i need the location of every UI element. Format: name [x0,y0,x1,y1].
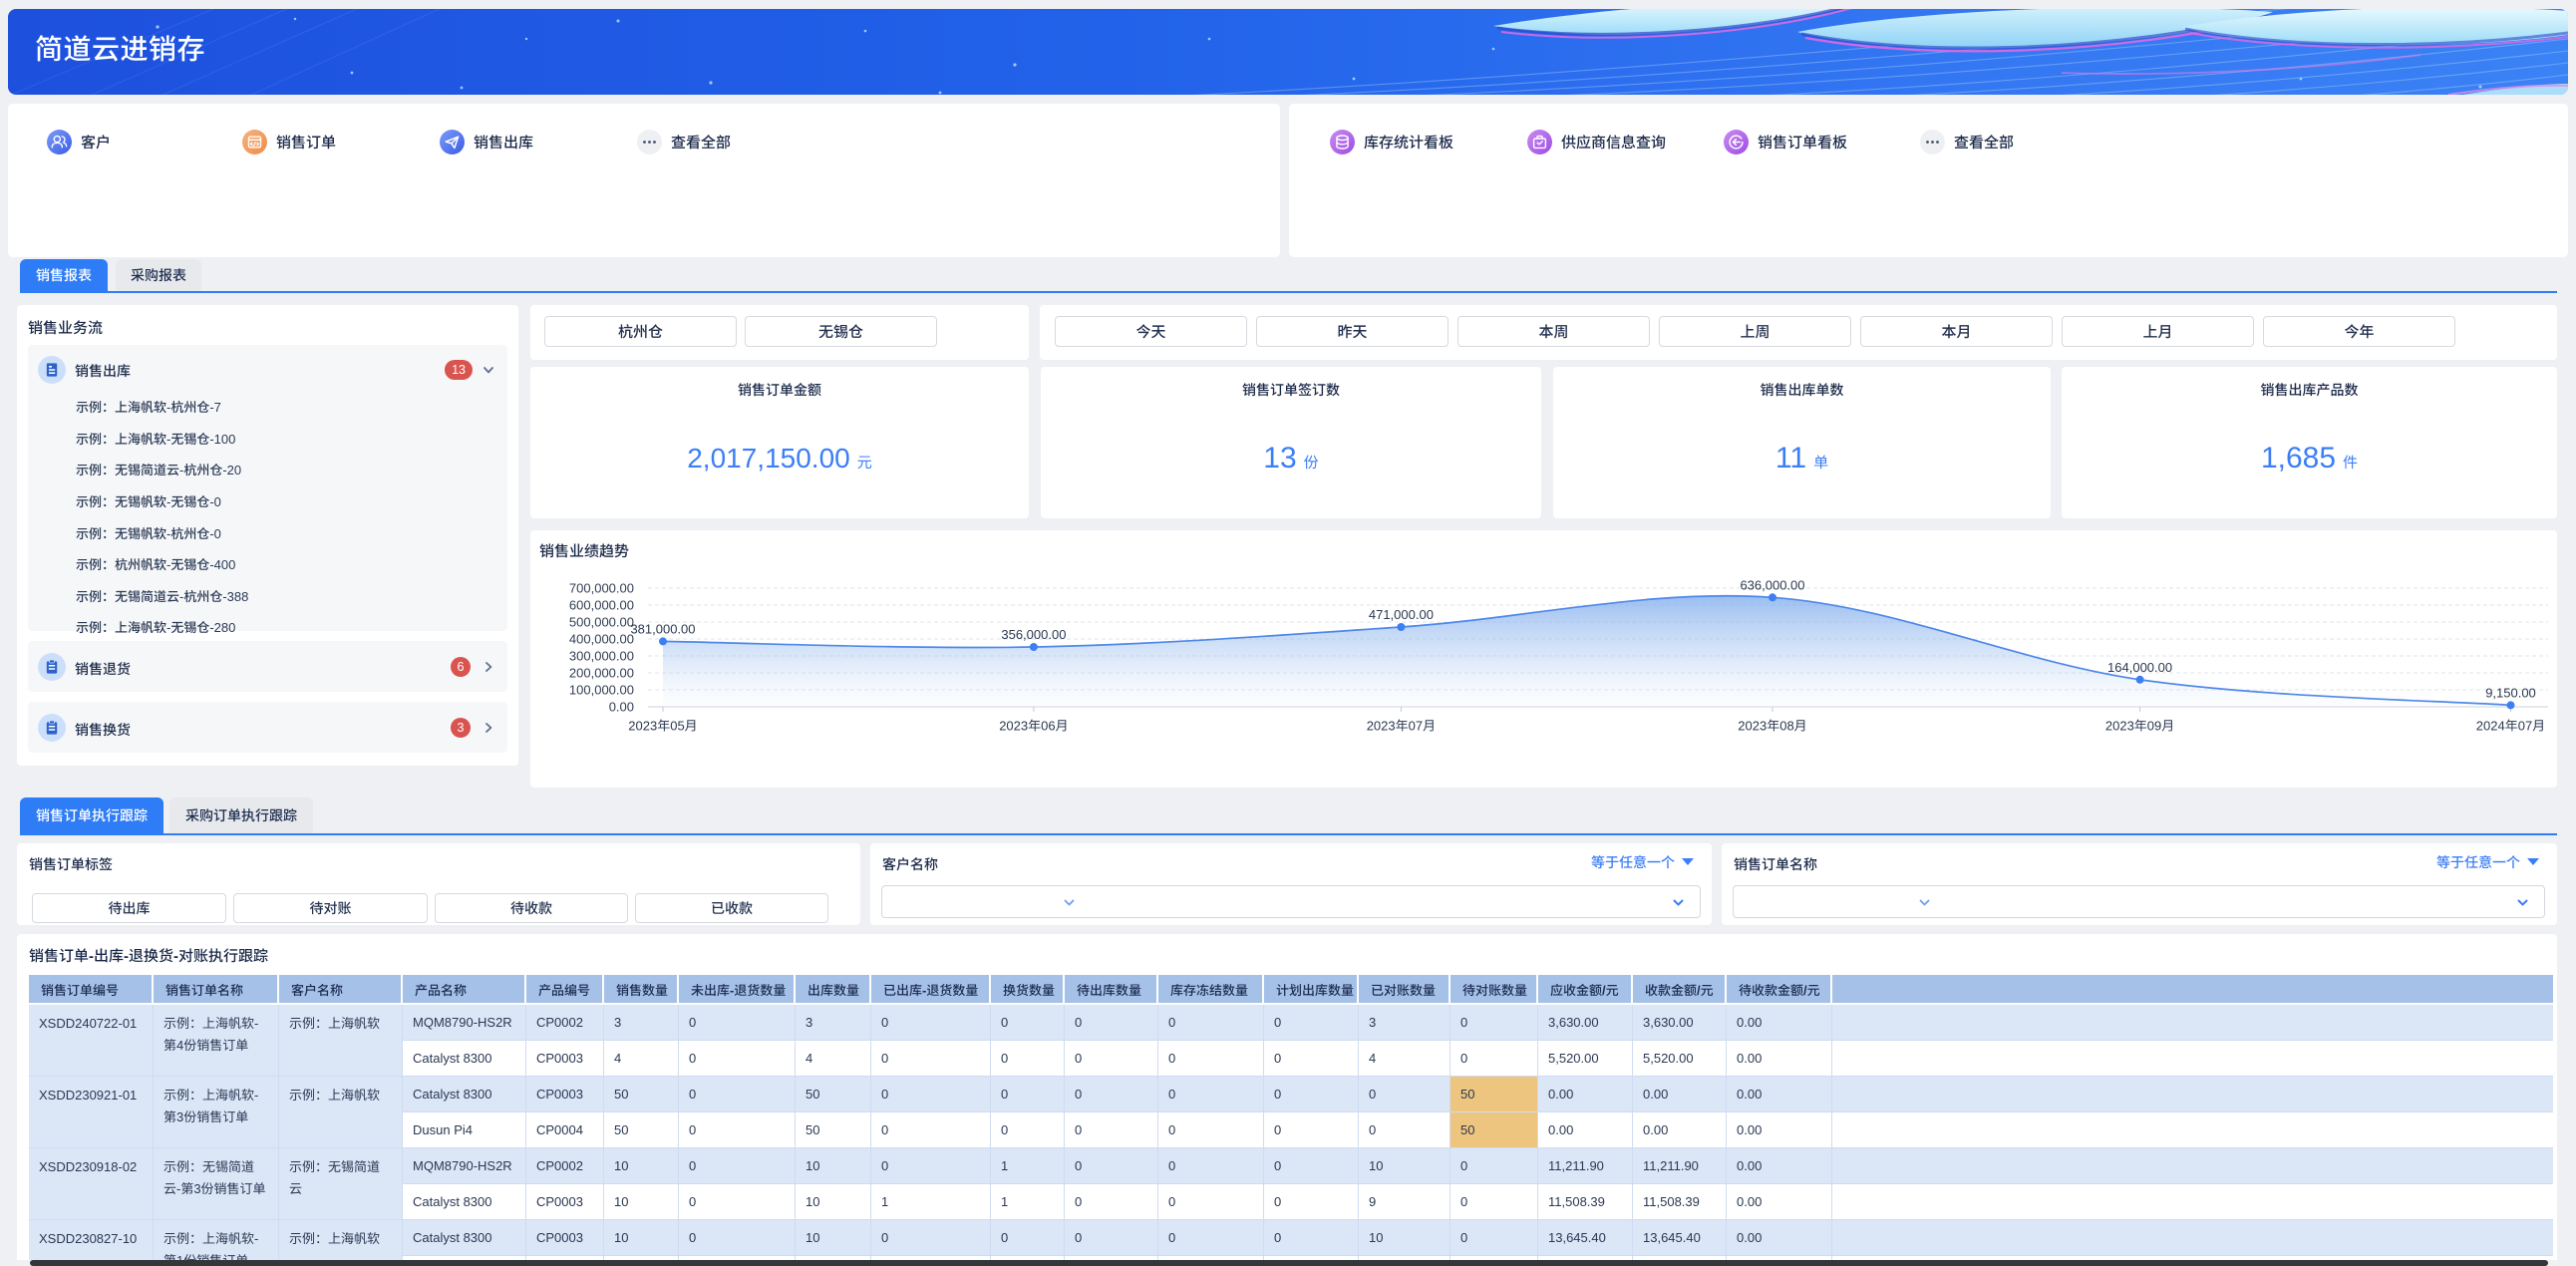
svg-text:164,000.00: 164,000.00 [2107,660,2172,675]
svg-text:381,000.00: 381,000.00 [630,621,695,636]
svg-text:100,000.00: 100,000.00 [569,683,634,698]
svg-text:9,150.00: 9,150.00 [2485,685,2536,700]
svg-text:356,000.00: 356,000.00 [1001,627,1066,642]
svg-text:2023年08月: 2023年08月 [1738,719,1806,734]
svg-text:2023年09月: 2023年09月 [2105,719,2174,734]
svg-text:2024年07月: 2024年07月 [2476,719,2545,734]
svg-text:200,000.00: 200,000.00 [569,666,634,681]
svg-text:2023年05月: 2023年05月 [628,719,697,734]
svg-text:700,000.00: 700,000.00 [569,581,634,596]
svg-text:600,000.00: 600,000.00 [569,598,634,613]
svg-text:300,000.00: 300,000.00 [569,649,634,664]
svg-text:636,000.00: 636,000.00 [1740,577,1804,592]
svg-text:471,000.00: 471,000.00 [1369,607,1434,622]
svg-text:2023年06月: 2023年06月 [999,719,1068,734]
svg-text:0.00: 0.00 [609,700,634,715]
svg-text:400,000.00: 400,000.00 [569,632,634,647]
svg-text:2023年07月: 2023年07月 [1367,719,1436,734]
svg-text:500,000.00: 500,000.00 [569,615,634,630]
